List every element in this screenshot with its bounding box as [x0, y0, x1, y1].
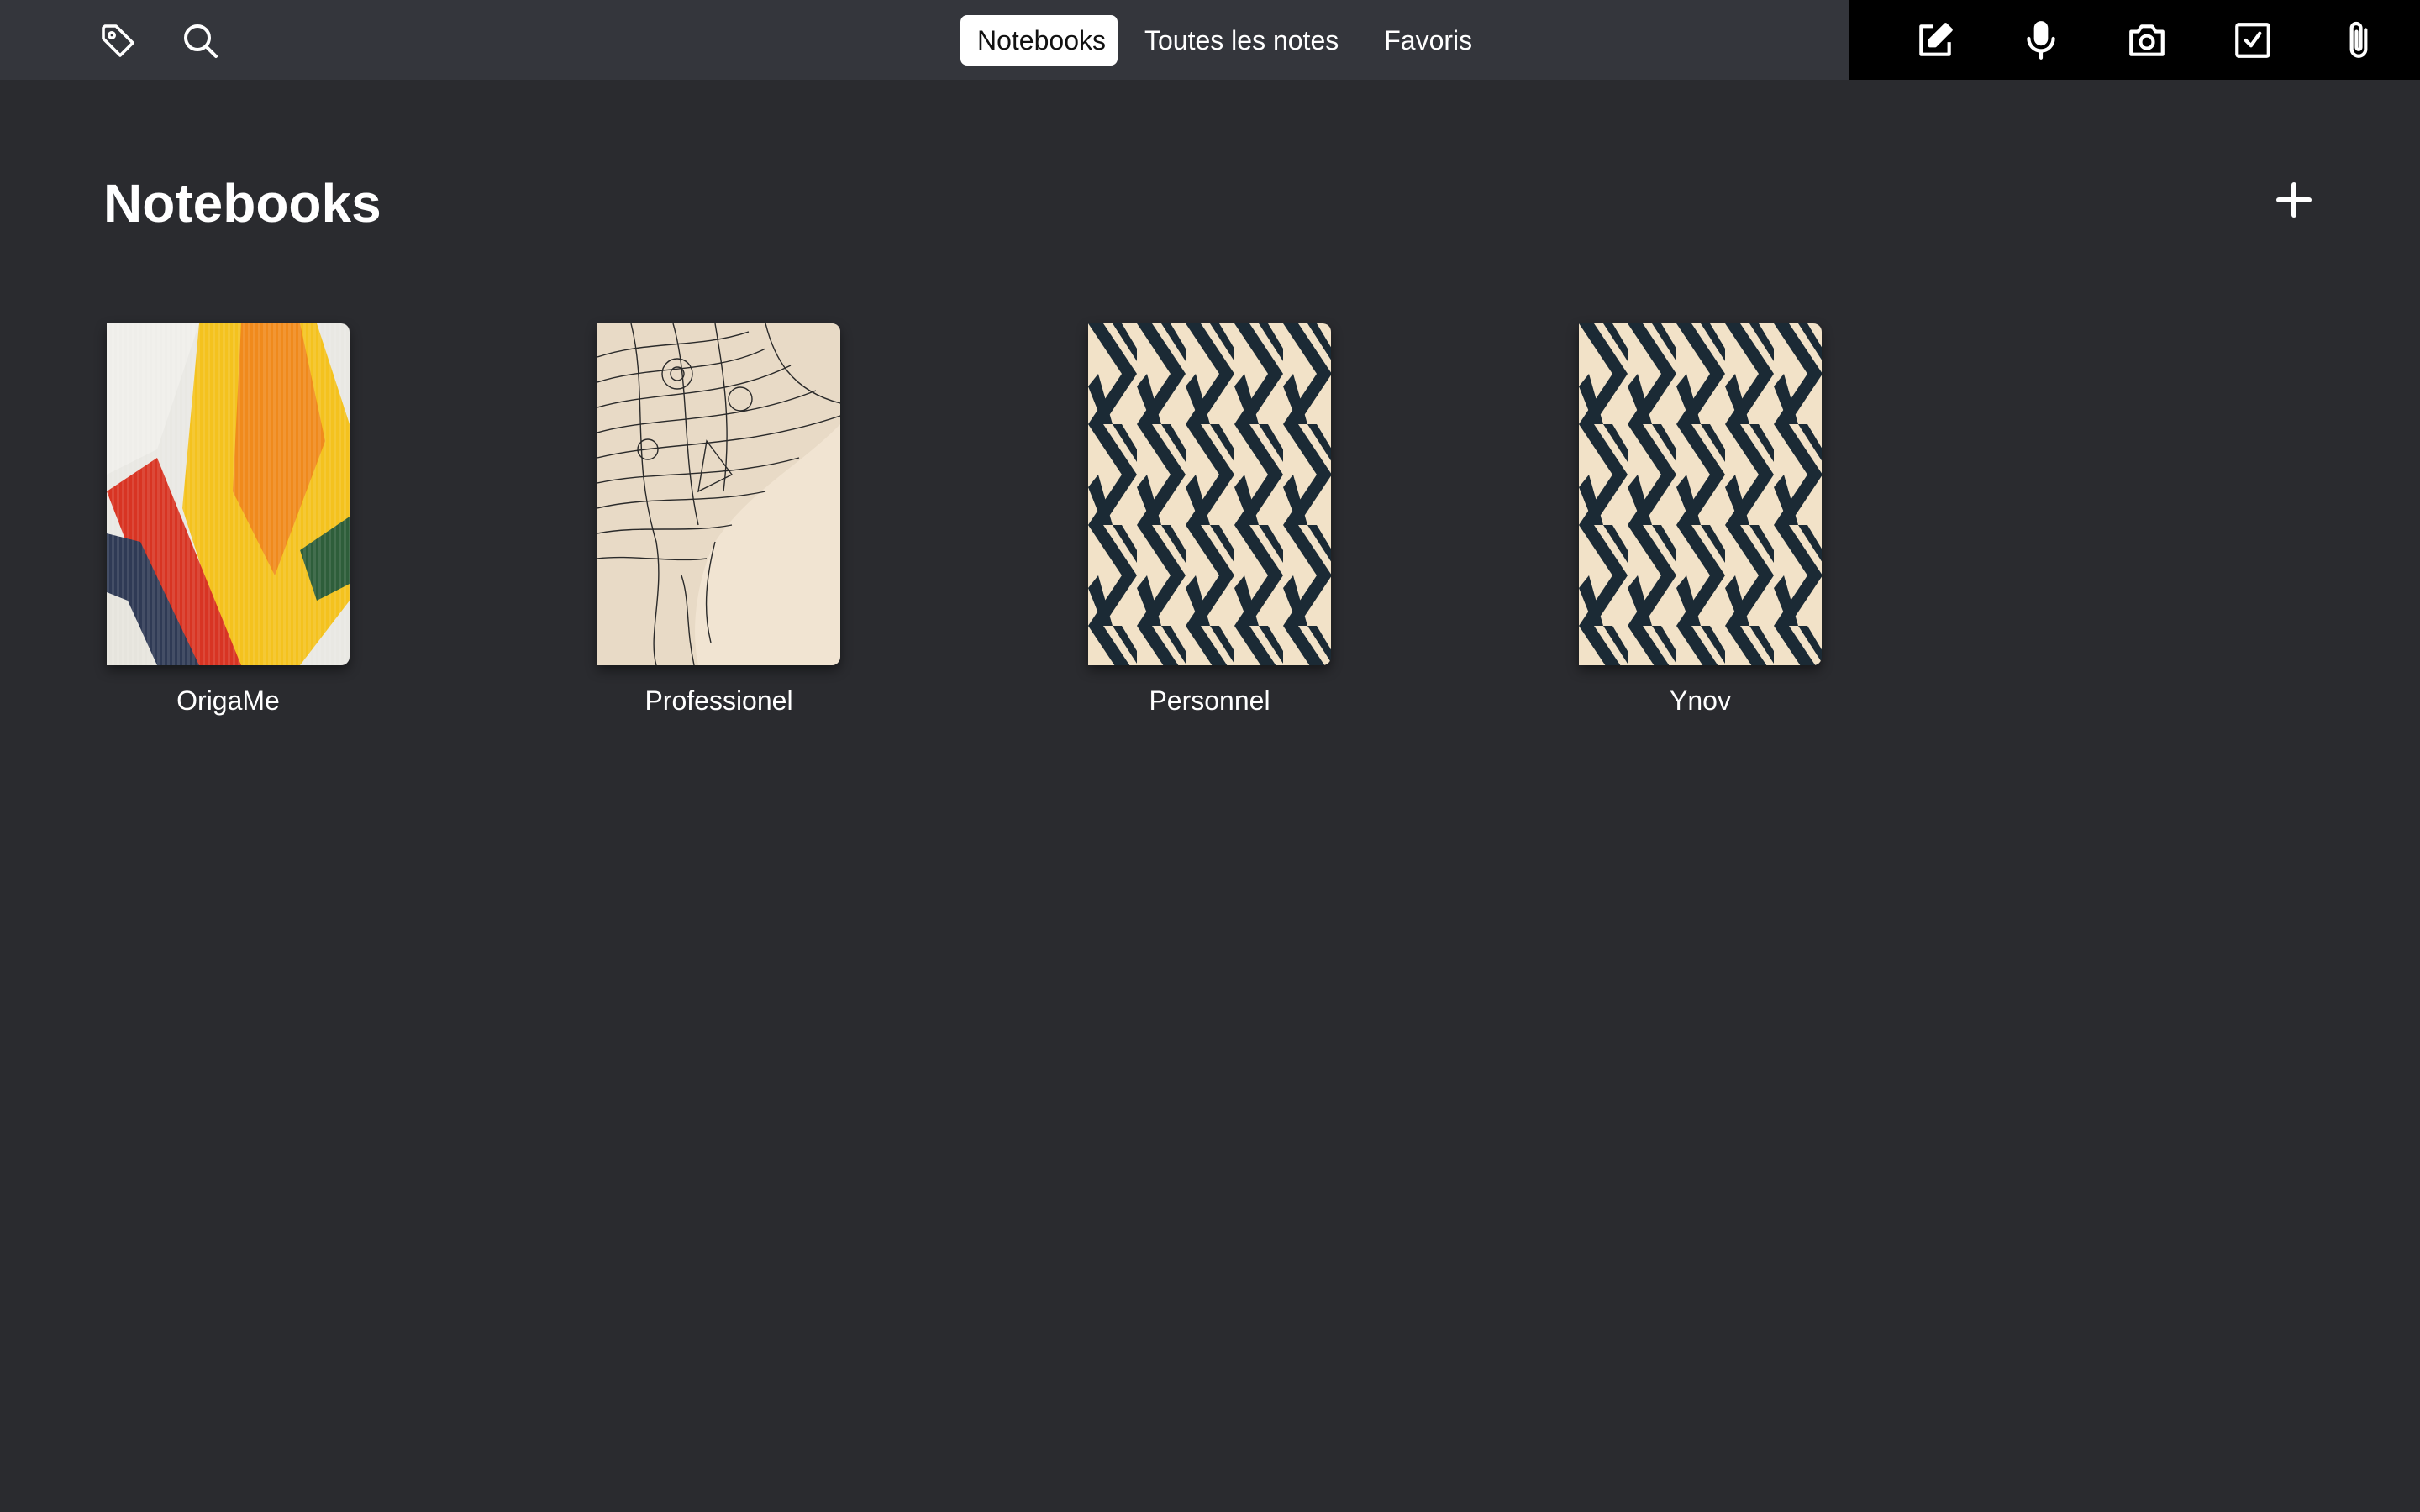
notebook-label: OrigaMe: [176, 685, 280, 716]
tab-notebooks[interactable]: Notebooks: [960, 15, 1118, 66]
notebook-cover[interactable]: [1579, 323, 1822, 665]
tag-icon[interactable]: [92, 15, 145, 67]
notebook-origame[interactable]: OrigaMe: [107, 323, 350, 717]
notebook-label: Personnel: [1149, 685, 1270, 716]
notebook-ynov[interactable]: Ynov: [1579, 323, 1822, 717]
tab-favorites[interactable]: Favoris: [1365, 15, 1491, 66]
left-toolbar: [92, 15, 227, 67]
notebook-label: Ynov: [1670, 685, 1731, 716]
notebook-grid: OrigaMe Professionel Personnel Ynov: [107, 323, 1822, 717]
notebook-personnel[interactable]: Personnel: [1088, 323, 1331, 717]
page-title: Notebooks: [103, 173, 381, 234]
microphone-icon[interactable]: [2015, 14, 2067, 66]
notebook-professionel[interactable]: Professionel: [597, 323, 840, 717]
plus-icon[interactable]: [2269, 175, 2319, 225]
paperclip-icon[interactable]: [2333, 14, 2385, 66]
notebook-cover[interactable]: [1088, 323, 1331, 665]
notebook-cover[interactable]: [107, 323, 350, 665]
view-tabs: Notebooks Toutes les notes Favoris: [960, 15, 1491, 66]
checkbox-icon[interactable]: [2227, 14, 2279, 66]
notebook-label: Professionel: [644, 685, 793, 716]
top-bar: Notebooks Toutes les notes Favoris: [0, 0, 2420, 80]
camera-icon[interactable]: [2121, 14, 2173, 66]
notebook-cover[interactable]: [597, 323, 840, 665]
tab-all-notes[interactable]: Toutes les notes: [1126, 15, 1357, 66]
search-icon[interactable]: [175, 15, 227, 67]
create-toolbar: [1849, 0, 2420, 80]
compose-icon[interactable]: [1909, 14, 1961, 66]
